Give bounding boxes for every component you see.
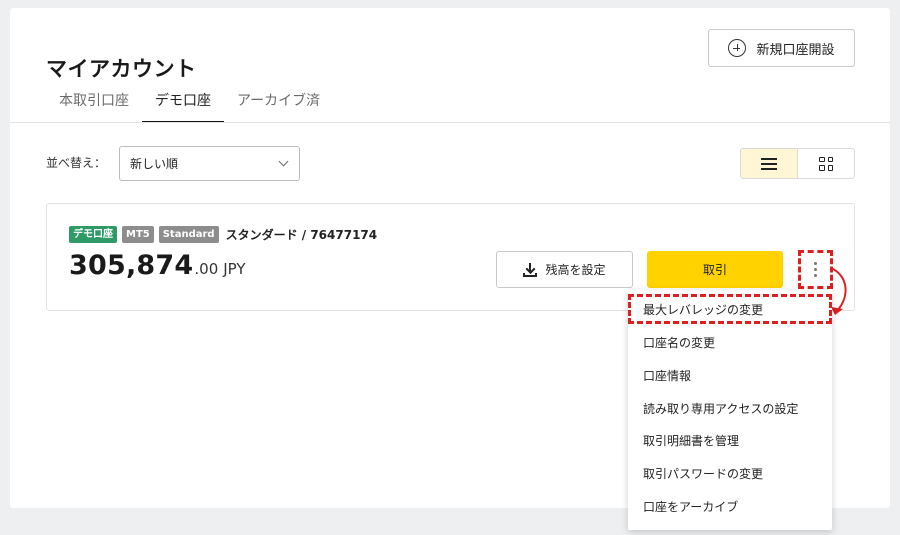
kebab-dot-icon bbox=[814, 268, 817, 271]
set-balance-label: 残高を設定 bbox=[545, 263, 606, 277]
platform-badge: MT5 bbox=[122, 226, 154, 243]
menu-item-rename-account[interactable]: 口座名の変更 bbox=[628, 327, 832, 357]
view-toggle bbox=[740, 148, 855, 179]
menu-item-statements[interactable]: 取引明細書を管理 bbox=[628, 425, 832, 455]
account-tabs: 本取引口座 デモ口座 アーカイブ済 bbox=[46, 86, 333, 123]
tab-archived[interactable]: アーカイブ済 bbox=[224, 86, 333, 123]
kebab-dot-icon bbox=[814, 262, 817, 265]
account-options-menu: 最大レバレッジの変更 口座名の変更 口座情報 読み取り専用アクセスの設定 取引明… bbox=[628, 290, 832, 530]
menu-item-readonly-access[interactable]: 読み取り専用アクセスの設定 bbox=[628, 393, 832, 423]
menu-item-change-password[interactable]: 取引パスワードの変更 bbox=[628, 458, 832, 488]
sort-select[interactable]: 新しい順 bbox=[119, 146, 300, 181]
download-icon bbox=[523, 262, 538, 277]
sort-label: 並べ替え： bbox=[46, 156, 107, 170]
tab-demo[interactable]: デモ口座 bbox=[142, 86, 224, 123]
list-view-button[interactable] bbox=[741, 149, 798, 178]
menu-item-account-info[interactable]: 口座情報 bbox=[628, 360, 832, 390]
menu-item-change-leverage[interactable]: 最大レバレッジの変更 bbox=[628, 294, 832, 324]
demo-badge: デモ口座 bbox=[69, 226, 117, 243]
kebab-dot-icon bbox=[814, 274, 817, 277]
tab-live[interactable]: 本取引口座 bbox=[46, 86, 142, 123]
chevron-down-icon bbox=[278, 156, 289, 167]
grid-view-button[interactable] bbox=[798, 149, 854, 178]
trade-button[interactable]: 取引 bbox=[647, 251, 783, 288]
grid-icon bbox=[819, 156, 833, 171]
account-type-badge: Standard bbox=[158, 226, 219, 243]
balance-decimal: .00 bbox=[194, 260, 219, 278]
new-account-button[interactable]: 新規口座開設 bbox=[708, 29, 855, 67]
plus-circle-icon bbox=[728, 39, 747, 57]
account-name: スタンダード / 76477174 bbox=[225, 228, 378, 242]
balance-main: 305,874 bbox=[69, 250, 194, 281]
page-title: マイアカウント bbox=[46, 57, 197, 81]
new-account-label: 新規口座開設 bbox=[756, 42, 835, 58]
account-balance: 305,874 .00 JPY bbox=[69, 250, 246, 281]
tabs-divider bbox=[10, 122, 890, 123]
sort-selected-value: 新しい順 bbox=[130, 157, 179, 171]
menu-item-archive-account[interactable]: 口座をアーカイブ bbox=[628, 491, 832, 521]
list-icon bbox=[761, 157, 777, 170]
balance-currency: JPY bbox=[223, 260, 246, 278]
account-badges: デモ口座 MT5 Standard スタンダード / 76477174 bbox=[69, 226, 377, 243]
set-balance-button[interactable]: 残高を設定 bbox=[496, 251, 633, 288]
